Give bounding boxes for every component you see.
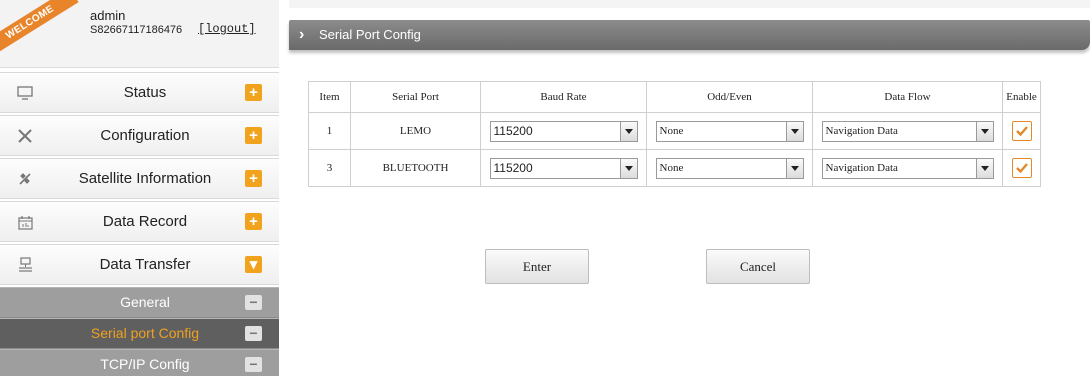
main-panel: › Serial Port Config Item Serial Port Ba… bbox=[289, 0, 1090, 376]
user-info-panel: WELCOME admin S82667117186476 [logout] bbox=[0, 0, 279, 68]
expand-icon[interactable]: + bbox=[245, 127, 262, 144]
enable-checkbox[interactable] bbox=[1011, 158, 1032, 178]
column-header-baud-rate: Baud Rate bbox=[480, 81, 647, 113]
network-icon bbox=[16, 256, 34, 274]
sidebar-menu: Status + Configuration + Satellite Infor… bbox=[0, 72, 279, 376]
sidebar-item-data-record[interactable]: Data Record + bbox=[0, 201, 279, 242]
username: admin bbox=[90, 8, 126, 23]
baud-rate-value: 115200 bbox=[493, 160, 533, 175]
page-title-bar: › Serial Port Config bbox=[289, 20, 1090, 50]
column-header-odd-even: Odd/Even bbox=[646, 81, 813, 113]
cancel-button[interactable]: Cancel bbox=[706, 249, 810, 284]
table-header-row: Item Serial Port Baud Rate Odd/Even Data… bbox=[308, 81, 1041, 113]
column-header-data-flow: Data Flow bbox=[812, 81, 1003, 113]
odd-even-cell: None bbox=[646, 149, 813, 187]
sidebar: WELCOME admin S82667117186476 [logout] S… bbox=[0, 0, 279, 376]
collapse-icon[interactable]: ▾ bbox=[245, 256, 262, 273]
expand-icon[interactable]: + bbox=[245, 170, 262, 187]
dropdown-arrow-icon[interactable] bbox=[975, 158, 993, 178]
baud-rate-cell: 115200 bbox=[480, 149, 647, 187]
top-strip bbox=[289, 0, 1090, 8]
satellite-icon bbox=[16, 170, 34, 188]
sidebar-item-label: Data Transfer bbox=[99, 256, 191, 273]
sidebar-item-data-transfer[interactable]: Data Transfer ▾ bbox=[0, 244, 279, 285]
item-number: 3 bbox=[308, 149, 351, 187]
data-flow-select[interactable]: Navigation Data bbox=[821, 157, 994, 179]
odd-even-value: None bbox=[659, 161, 684, 174]
page-title: Serial Port Config bbox=[319, 27, 421, 42]
expand-icon[interactable]: + bbox=[245, 213, 262, 230]
enable-checkbox[interactable] bbox=[1011, 121, 1032, 141]
expand-icon[interactable]: + bbox=[245, 84, 262, 101]
monitor-icon bbox=[16, 84, 34, 102]
dropdown-arrow-icon[interactable] bbox=[785, 158, 803, 178]
welcome-badge: WELCOME bbox=[0, 0, 79, 58]
baud-rate-select[interactable]: 115200 bbox=[489, 157, 638, 179]
sidebar-item-satellite-information[interactable]: Satellite Information + bbox=[0, 158, 279, 199]
sidebar-item-status[interactable]: Status + bbox=[0, 72, 279, 113]
submenu-item-label: General bbox=[120, 294, 170, 310]
baud-rate-cell: 115200 bbox=[480, 112, 647, 150]
serial-port-name: BLUETOOTH bbox=[350, 149, 481, 187]
odd-even-value: None bbox=[659, 124, 684, 137]
calendar-icon bbox=[16, 213, 34, 231]
baud-rate-value: 115200 bbox=[493, 123, 533, 138]
data-flow-cell: Navigation Data bbox=[812, 112, 1003, 150]
enter-button[interactable]: Enter bbox=[485, 249, 589, 284]
logout-link[interactable]: [logout] bbox=[198, 22, 256, 36]
item-number: 1 bbox=[308, 112, 351, 150]
checkmark-icon bbox=[1015, 126, 1028, 137]
data-flow-value: Navigation Data bbox=[825, 161, 898, 174]
baud-rate-select[interactable]: 115200 bbox=[489, 120, 638, 142]
sidebar-item-configuration[interactable]: Configuration + bbox=[0, 115, 279, 156]
sidebar-item-label: Status bbox=[123, 84, 167, 101]
submenu-item-label: Serial port Config bbox=[90, 325, 200, 341]
sidebar-item-label: Data Record bbox=[102, 213, 188, 230]
table-row: 3 BLUETOOTH 115200 None Navigation Data bbox=[308, 149, 1041, 187]
dropdown-arrow-icon[interactable] bbox=[619, 121, 637, 141]
checkmark-icon bbox=[1015, 163, 1028, 174]
enable-cell bbox=[1002, 112, 1041, 150]
submenu-item-serial-port-config[interactable]: Serial port Config − bbox=[0, 318, 279, 349]
serial-port-name: LEMO bbox=[350, 112, 481, 150]
submenu-item-label: TCP/IP Config bbox=[100, 356, 190, 372]
minus-icon: − bbox=[245, 326, 262, 341]
dropdown-arrow-icon[interactable] bbox=[785, 121, 803, 141]
sidebar-item-label: Satellite Information bbox=[78, 170, 212, 187]
column-header-enable: Enable bbox=[1002, 81, 1041, 113]
dropdown-arrow-icon[interactable] bbox=[619, 158, 637, 178]
table-row: 1 LEMO 115200 None Navigation Data bbox=[308, 112, 1041, 150]
minus-icon: − bbox=[245, 357, 262, 372]
data-flow-value: Navigation Data bbox=[825, 124, 898, 137]
data-flow-cell: Navigation Data bbox=[812, 149, 1003, 187]
column-header-serial-port: Serial Port bbox=[350, 81, 481, 113]
dropdown-arrow-icon[interactable] bbox=[975, 121, 993, 141]
sidebar-item-label: Configuration bbox=[100, 127, 190, 144]
tools-icon bbox=[16, 127, 34, 145]
odd-even-select[interactable]: None bbox=[655, 157, 804, 179]
device-serial: S82667117186476 bbox=[90, 24, 183, 36]
odd-even-cell: None bbox=[646, 112, 813, 150]
data-flow-select[interactable]: Navigation Data bbox=[821, 120, 994, 142]
serial-port-table: Item Serial Port Baud Rate Odd/Even Data… bbox=[308, 81, 1041, 187]
enable-cell bbox=[1002, 149, 1041, 187]
submenu-item-general[interactable]: General − bbox=[0, 287, 279, 318]
submenu-item-tcpip-config[interactable]: TCP/IP Config − bbox=[0, 349, 279, 376]
column-header-item: Item bbox=[308, 81, 351, 113]
chevron-right-icon: › bbox=[299, 26, 305, 43]
minus-icon: − bbox=[245, 295, 262, 310]
odd-even-select[interactable]: None bbox=[655, 120, 804, 142]
